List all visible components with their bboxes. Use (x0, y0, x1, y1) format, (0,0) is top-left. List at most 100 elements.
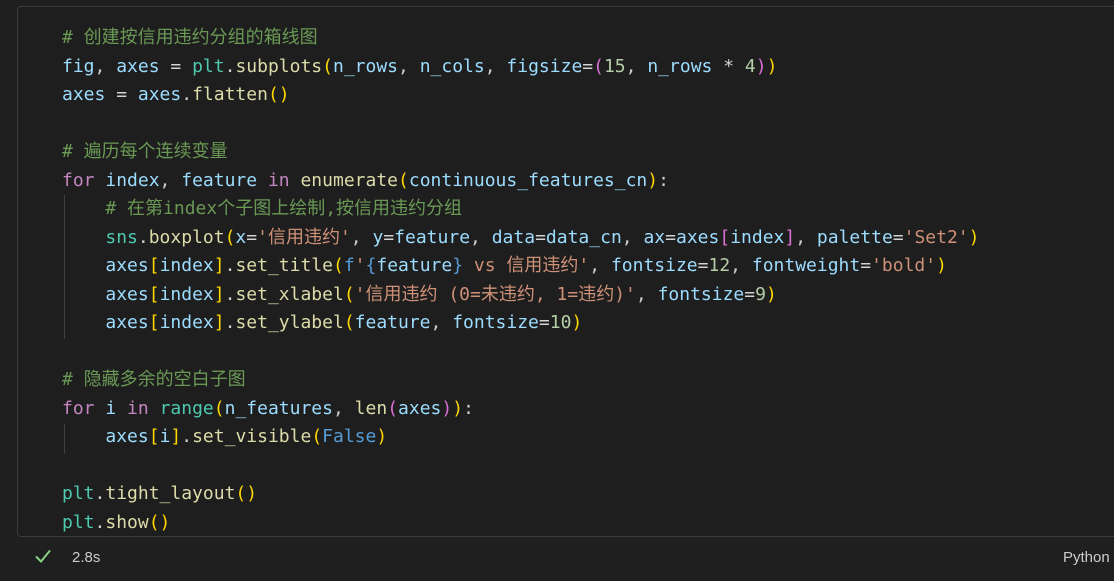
code-token: , (621, 226, 644, 248)
code-token: data_cn (545, 226, 622, 248)
code-token: axes (676, 226, 720, 248)
code-token: . (224, 255, 236, 276)
code-token: continuous_features_cn (408, 169, 648, 191)
code-token: n_cols (419, 55, 485, 77)
code-token: plt (62, 511, 95, 533)
code-token: palette (816, 226, 893, 248)
code-token: ( (387, 397, 399, 419)
code-token: i (105, 397, 117, 419)
code-token: 4 (744, 55, 756, 77)
code-token: [ (719, 226, 731, 248)
code-token: ) (647, 169, 659, 191)
code-token: { (365, 255, 377, 276)
code-token: axes (398, 397, 442, 419)
code-token: * (712, 55, 745, 77)
code-token: fontsize (452, 312, 539, 333)
code-line: # 隐藏多余的空白子图 (62, 366, 980, 395)
check-icon (35, 549, 51, 563)
code-token: . (137, 226, 149, 248)
code-token: 12 (708, 255, 731, 276)
code-token: ) (441, 397, 453, 419)
code-token: , (625, 55, 648, 77)
code-token: axes (137, 84, 182, 105)
code-token: . (224, 283, 236, 305)
code-token: subplots (235, 55, 323, 77)
code-token: set_xlabel (235, 283, 344, 305)
code-token: feature (181, 169, 258, 191)
code-token: set_visible (192, 426, 312, 447)
code-token: '信用违约 (0=未违约, 1=违约)' (354, 283, 636, 305)
code-token: . (181, 426, 193, 447)
code-token: feature (376, 255, 453, 276)
code-token: n_rows (647, 55, 713, 77)
code-token: # 在第index个子图上绘制,按信用违约分组 (105, 198, 463, 219)
code-token: , (398, 55, 420, 77)
code-token: = (105, 84, 138, 105)
code-line: plt.show() (62, 509, 980, 538)
code-token: index (159, 255, 214, 276)
code-token: figsize (506, 55, 583, 77)
code-token: , (94, 55, 117, 77)
code-token: 10 (549, 312, 572, 333)
code-token: = (246, 226, 258, 248)
code-token: ( (343, 312, 355, 333)
code-token: set_ylabel (235, 312, 344, 333)
code-token: [ (148, 312, 160, 333)
code-token: } (452, 255, 464, 276)
code-token: len (354, 397, 388, 419)
code-token: , (470, 226, 492, 248)
code-token: axes (105, 426, 149, 447)
code-token: ( (398, 169, 409, 191)
code-line: # 在第index个子图上绘制,按信用违约分组 (62, 195, 980, 224)
code-token: ) (936, 255, 947, 276)
code-token: , (332, 397, 355, 419)
code-token: ( (213, 397, 225, 419)
code-token: , (350, 226, 373, 248)
code-token: boxplot (148, 226, 225, 248)
code-token: plt (62, 483, 95, 504)
code-token: ) (452, 397, 464, 419)
code-token: . (224, 312, 236, 333)
code-token: fig (62, 55, 95, 77)
code-token: = (159, 55, 193, 77)
code-line: axes[index].set_xlabel('信用违约 (0=未违约, 1=违… (62, 281, 980, 310)
code-token: x (235, 226, 247, 248)
code-token: fontsize (610, 255, 698, 276)
code-editor[interactable]: # 创建按信用违约分组的箱线图 fig, axes = plt.subplots(… (62, 24, 980, 537)
code-token: = (744, 283, 756, 305)
code-token: ) (755, 55, 767, 77)
code-token: . (224, 55, 236, 77)
code-token: '信用违约' (257, 226, 351, 248)
code-token: [ (148, 426, 160, 447)
code-token: ( (343, 283, 355, 305)
code-token: , (430, 312, 453, 333)
code-token: axes (62, 84, 106, 105)
code-token: ( (311, 426, 323, 447)
code-token: ) (376, 426, 388, 447)
code-token: ( (593, 55, 604, 77)
cell-language-label[interactable]: Python (1063, 549, 1110, 566)
code-token: = (383, 226, 395, 248)
code-line: axes[index].set_title(f'{feature} vs 信用违… (62, 252, 980, 281)
code-token: axes (105, 283, 149, 305)
cell-status-bar: 2.8s Python (0, 541, 1114, 577)
code-line: fig, axes = plt.subplots(n_rows, n_cols,… (62, 53, 980, 82)
code-token: , (589, 255, 611, 276)
code-token: 15 (603, 55, 626, 77)
code-token: n_features (224, 397, 333, 419)
code-token: f (343, 255, 355, 276)
code-token: # 创建按信用违约分组的箱线图 (62, 27, 318, 48)
code-token: ] (784, 226, 796, 248)
code-token: False (322, 426, 377, 447)
code-token: = (538, 312, 550, 333)
code-line: for i in range(n_features, len(axes)): (62, 395, 980, 424)
code-token: [ (148, 255, 160, 276)
